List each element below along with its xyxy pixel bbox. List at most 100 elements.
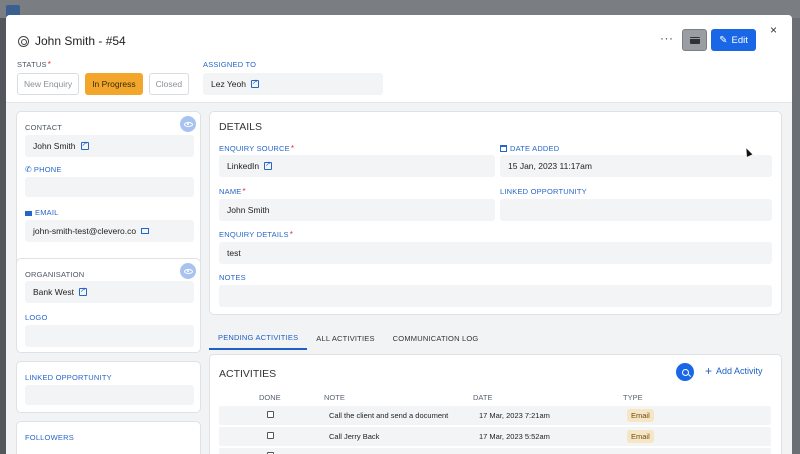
tab-all-activities[interactable]: ALL ACTIVITIES [307, 326, 383, 350]
pencil-icon: ✎ [719, 34, 728, 46]
status-option-new-enquiry[interactable]: New Enquiry [17, 73, 80, 95]
notes-field[interactable] [219, 285, 772, 307]
required-mark: * [242, 187, 246, 196]
email-button[interactable] [682, 29, 707, 51]
contact-value: John Smith [33, 141, 76, 151]
phone-label: ✆ PHONE [25, 165, 62, 174]
email-label: EMAIL [25, 208, 59, 217]
date-added-label-text: DATE ADDED [510, 144, 560, 153]
open-link-icon[interactable] [264, 160, 273, 170]
notes-label: NOTES [219, 273, 246, 282]
send-email-icon[interactable] [141, 228, 150, 234]
required-mark: * [289, 230, 294, 239]
column-header-done[interactable]: DONE [259, 393, 281, 402]
add-activity-label: Add Activity [716, 366, 763, 376]
search-icon [681, 368, 689, 376]
visibility-toggle-button[interactable] [180, 263, 196, 279]
status-segmented-control: New Enquiry In Progress Closed [17, 73, 190, 95]
table-row[interactable]: Call Jerry Back 17 Mar, 2023 5:52am Emai… [219, 427, 771, 446]
linked-opportunity-detail-field[interactable] [500, 199, 772, 221]
activity-tabs: PENDING ACTIVITIES ALL ACTIVITIES COMMUN… [209, 326, 782, 350]
email-icon [25, 210, 32, 216]
done-checkbox[interactable] [267, 411, 274, 418]
enquiry-details-value: test [227, 248, 241, 258]
status-option-in-progress[interactable]: In Progress [85, 73, 143, 95]
plus-icon: + [705, 363, 713, 378]
table-row[interactable]: Call the client and send a document 17 M… [219, 406, 771, 425]
open-link-icon[interactable] [250, 78, 259, 88]
followers-label: FOLLOWERS [25, 433, 74, 442]
activities-title: ACTIVITIES [219, 368, 277, 380]
activity-date: 17 Mar, 2023 5:52am [479, 432, 550, 441]
assigned-to-label: ASSIGNED TO [203, 60, 257, 69]
envelope-icon [689, 36, 700, 44]
status-label-text: STATUS [17, 60, 47, 69]
name-label-text: NAME [219, 187, 242, 196]
name-field[interactable]: John Smith [219, 199, 495, 221]
enquiry-source-field[interactable]: LinkedIn [219, 155, 495, 177]
required-mark: * [290, 144, 295, 153]
open-link-icon[interactable] [78, 286, 87, 296]
activity-type-badge: Email [627, 409, 654, 422]
linked-opportunity-label: LINKED OPPORTUNITY [25, 373, 112, 382]
date-added-field[interactable]: 15 Jan, 2023 11:17am [500, 155, 772, 177]
eye-icon [183, 268, 193, 274]
enquiry-details-label: ENQUIRY DETAILS* [219, 230, 293, 239]
followers-card: FOLLOWERS [16, 421, 201, 454]
status-label: STATUS* [17, 60, 51, 69]
linked-opportunity-detail-label: LINKED OPPORTUNITY [500, 187, 587, 196]
table-row[interactable] [219, 448, 771, 454]
enquiry-icon [18, 35, 29, 47]
modal-title: John Smith - #54 [35, 34, 126, 48]
assigned-to-field[interactable]: Lez Yeoh [203, 73, 383, 95]
phone-field[interactable] [25, 177, 194, 197]
date-added-value: 15 Jan, 2023 11:17am [508, 161, 592, 171]
column-header-date[interactable]: DATE [473, 393, 492, 402]
date-added-label: DATE ADDED [500, 144, 559, 153]
enquiry-modal: John Smith - #54 ··· ✎ Edit × STATUS* Ne… [6, 15, 792, 454]
edit-button[interactable]: ✎ Edit [711, 29, 756, 51]
phone-icon: ✆ [25, 165, 32, 174]
details-title: DETAILS [219, 121, 262, 133]
done-checkbox[interactable] [267, 432, 274, 439]
eye-icon [183, 121, 193, 127]
enquiry-source-label: ENQUIRY SOURCE* [219, 144, 294, 153]
details-card: DETAILS ENQUIRY SOURCE* LinkedIn DATE AD… [209, 111, 782, 315]
more-options-button[interactable]: ··· [660, 31, 674, 45]
contact-label: CONTACT [25, 123, 63, 132]
enquiry-source-label-text: ENQUIRY SOURCE [219, 144, 290, 153]
organisation-value: Bank West [33, 287, 74, 297]
activity-date: 17 Mar, 2023 7:21am [479, 411, 550, 420]
edit-button-label: Edit [731, 34, 748, 46]
visibility-toggle-button[interactable] [180, 116, 196, 132]
column-header-type[interactable]: TYPE [623, 393, 643, 402]
logo-label: LOGO [25, 313, 48, 322]
organisation-card: ORGANISATION Bank West LOGO [16, 258, 201, 353]
enquiry-details-label-text: ENQUIRY DETAILS [219, 230, 289, 239]
title-row: John Smith - #54 [18, 34, 126, 48]
activities-card: ACTIVITIES + Add Activity DONE NOTE DATE… [209, 354, 782, 454]
calendar-icon [500, 145, 507, 152]
email-label-text: EMAIL [35, 208, 59, 217]
status-option-closed[interactable]: Closed [148, 73, 190, 95]
column-header-note[interactable]: NOTE [324, 393, 345, 402]
add-activity-button[interactable]: + Add Activity [705, 363, 763, 378]
enquiry-source-value: LinkedIn [227, 161, 260, 171]
name-value: John Smith [227, 205, 270, 215]
tab-pending-activities[interactable]: PENDING ACTIVITIES [209, 326, 308, 350]
email-field[interactable]: john-smith-test@clevero.co [25, 220, 194, 242]
organisation-field[interactable]: Bank West [25, 281, 194, 303]
linked-opportunity-field[interactable] [25, 385, 194, 405]
assigned-to-value: Lez Yeoh [211, 79, 246, 89]
enquiry-details-field[interactable]: test [219, 242, 772, 264]
contact-field[interactable]: John Smith [25, 135, 194, 157]
phone-label-text: PHONE [33, 165, 62, 174]
open-link-icon[interactable] [80, 140, 89, 150]
tab-communication-log[interactable]: COMMUNICATION LOG [384, 326, 488, 350]
close-icon[interactable]: × [770, 23, 777, 37]
logo-field[interactable] [25, 325, 194, 347]
linked-opportunity-card: LINKED OPPORTUNITY [16, 361, 201, 413]
activity-note: Call the client and send a document [329, 411, 449, 420]
modal-header: John Smith - #54 ··· ✎ Edit × STATUS* Ne… [6, 15, 792, 103]
search-activities-button[interactable] [676, 363, 694, 381]
